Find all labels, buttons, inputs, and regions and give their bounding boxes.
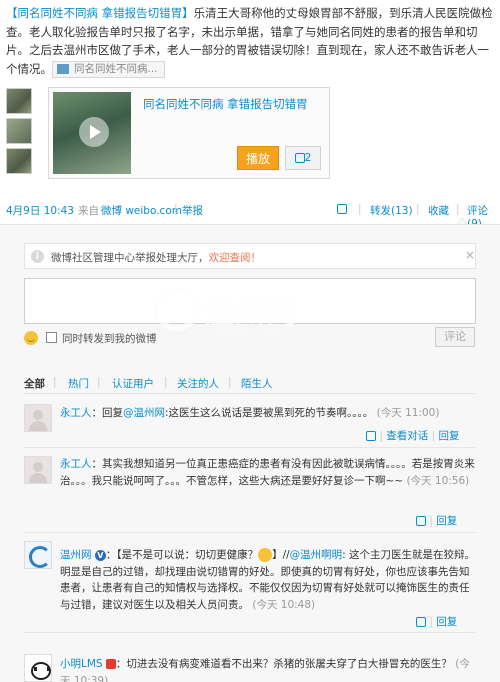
comment-bracket: 】// — [272, 549, 290, 561]
thumbs-up-icon[interactable] — [416, 617, 426, 627]
reply-link[interactable]: 回复 — [436, 616, 457, 628]
post-text: 【同名同姓不同病 拿错报告切错胃】乐清王大哥称他的丈母娘胃部不舒服，到乐清人民医… — [6, 4, 496, 78]
repost-checkbox-label[interactable]: 同时转发到我的微博 — [62, 331, 157, 346]
avatar[interactable] — [24, 654, 52, 682]
favorite-link[interactable]: 收藏 — [428, 203, 449, 218]
play-icon[interactable] — [79, 117, 109, 147]
divider: | — [97, 376, 101, 388]
comment-time: (今天 11:00) — [376, 407, 440, 419]
community-notice: i 微博社区管理中心举报处理大厅，欢迎查阅！ × — [24, 243, 476, 269]
thumbs-up-icon — [294, 153, 305, 163]
attached-image-1[interactable] — [6, 88, 32, 114]
divider: | — [456, 203, 460, 215]
tab-hot[interactable]: 热门 — [68, 376, 89, 391]
video-icon — [57, 63, 69, 74]
divider — [24, 447, 476, 448]
comment-text: 温州网 V ：【是不是可以说：切切更健康？ 】//@温州啊明: 这个主刀医生就是在狡… — [60, 547, 476, 613]
close-icon[interactable]: × — [465, 248, 475, 262]
repost-link[interactable]: 转发(13) — [370, 203, 413, 218]
like-button[interactable] — [337, 203, 347, 215]
video-thumbnail[interactable] — [53, 92, 131, 174]
video-like-button[interactable]: 2 — [285, 146, 321, 170]
post-date[interactable]: 4月9日 10:43 — [6, 203, 74, 218]
divider — [24, 532, 476, 533]
comment-submit-button[interactable]: 评论 — [435, 327, 475, 347]
comment-actions: | 回复 — [416, 513, 476, 528]
comment-mention[interactable]: @温州网 — [123, 407, 165, 419]
divider — [24, 393, 476, 394]
watermark-logo-icon — [156, 290, 198, 332]
emoji-icon[interactable] — [24, 331, 38, 345]
attached-image-2[interactable] — [6, 118, 32, 144]
post-topic-tag[interactable]: 【同名同姓不同病 拿错报告切错胃】 — [6, 6, 194, 20]
inline-video-card[interactable]: 同名同姓不同病... — [52, 60, 165, 78]
video-title[interactable]: 同名同姓不同病 拿错报告切错胃 — [143, 96, 308, 112]
comment-time: (今天 10:56) — [406, 474, 470, 487]
inline-video-card-label: 同名同姓不同病... — [74, 62, 158, 75]
play-button[interactable]: 播放 — [237, 146, 279, 170]
thumbs-up-icon — [337, 204, 347, 214]
video-like-count: 2 — [304, 151, 312, 164]
avatar[interactable] — [24, 456, 52, 484]
notice-message: 微博社区管理中心举报处理大厅， — [51, 252, 209, 264]
tab-verified[interactable]: 认证用户 — [112, 376, 154, 391]
comment-user[interactable]: 小明LMS — [60, 658, 103, 670]
video-share-card[interactable]: 同名同姓不同病 拿错报告切错胃 播放 2 — [48, 87, 330, 179]
avatar[interactable] — [24, 541, 52, 569]
reply-link[interactable]: 回复 — [438, 430, 459, 442]
view-dialog-link[interactable]: 查看对话 — [386, 430, 428, 442]
comment-text: 永工人：其实我想知道另一位真正患癌症的患者有没有因此被耽误病情。。。。若是按胃炎… — [60, 456, 476, 489]
divider — [24, 632, 476, 633]
comment-time: (今天 10:48) — [252, 598, 316, 611]
comment-prefix: ：回复 — [91, 407, 124, 419]
comment-body: :这医生这么说话是要被黑到死的节奏啊。。。。 — [165, 407, 374, 419]
post-meta-row: 4月9日 10:43 来自 微博 weibo.com | 举报 | 转发(13)… — [6, 203, 496, 230]
comment-text: 小明LMS ：切进去没有病变难道看不出来？杀猪的张屠夫穿了白大褂冒充的医生？ (… — [60, 656, 476, 682]
comment-actions: | 回复 — [416, 614, 476, 629]
comment-prefix: ：【是不是可以说：切切更健康？ — [105, 549, 259, 561]
tab-following[interactable]: 关注的人 — [177, 376, 219, 391]
comment-actions: | 查看对话 | 回复 — [366, 428, 478, 443]
comment-user[interactable]: 永工人 — [60, 407, 92, 419]
comment-body: ：切进去没有病变难道看不出来？杀猪的张屠夫穿了白大褂冒充的医生？ — [115, 658, 452, 670]
wink-emoji-icon — [258, 548, 273, 562]
comment-mention[interactable]: @温州啊明 — [290, 549, 343, 561]
watermark: 温州网 66wz.com — [156, 288, 316, 348]
notice-text: 微博社区管理中心举报处理大厅，欢迎查阅！ — [51, 250, 261, 265]
comment-user[interactable]: 温州网 — [60, 549, 92, 561]
notice-link[interactable]: 欢迎查阅！ — [209, 252, 262, 264]
divider: | — [358, 203, 362, 215]
member-badge-icon — [105, 659, 116, 669]
divider: | — [228, 376, 232, 388]
watermark-domain: 66wz.com — [218, 326, 279, 340]
verified-badge-icon: V — [94, 549, 106, 561]
report-link[interactable]: 举报 — [182, 203, 203, 218]
thumbs-up-icon[interactable] — [366, 431, 376, 441]
avatar[interactable] — [24, 404, 52, 432]
tab-all[interactable]: 全部 — [24, 376, 45, 391]
info-icon: i — [31, 250, 44, 263]
divider: | — [174, 203, 178, 215]
attached-image-3[interactable] — [6, 148, 32, 174]
comment-text: 永工人：回复@温州网:这医生这么说话是要被黑到死的节奏啊。。。。 (今天 11:… — [60, 405, 476, 422]
comment-user[interactable]: 永工人 — [60, 458, 92, 470]
repost-checkbox[interactable] — [46, 332, 57, 343]
source-link[interactable]: 微博 weibo.com — [101, 203, 182, 218]
thumbs-up-icon[interactable] — [416, 516, 426, 526]
tab-strangers[interactable]: 陌生人 — [241, 376, 273, 391]
divider: | — [164, 376, 168, 388]
divider: | — [53, 376, 57, 388]
divider: | — [416, 203, 420, 215]
source-prefix: 来自 — [78, 205, 99, 217]
reply-link[interactable]: 回复 — [436, 515, 457, 527]
